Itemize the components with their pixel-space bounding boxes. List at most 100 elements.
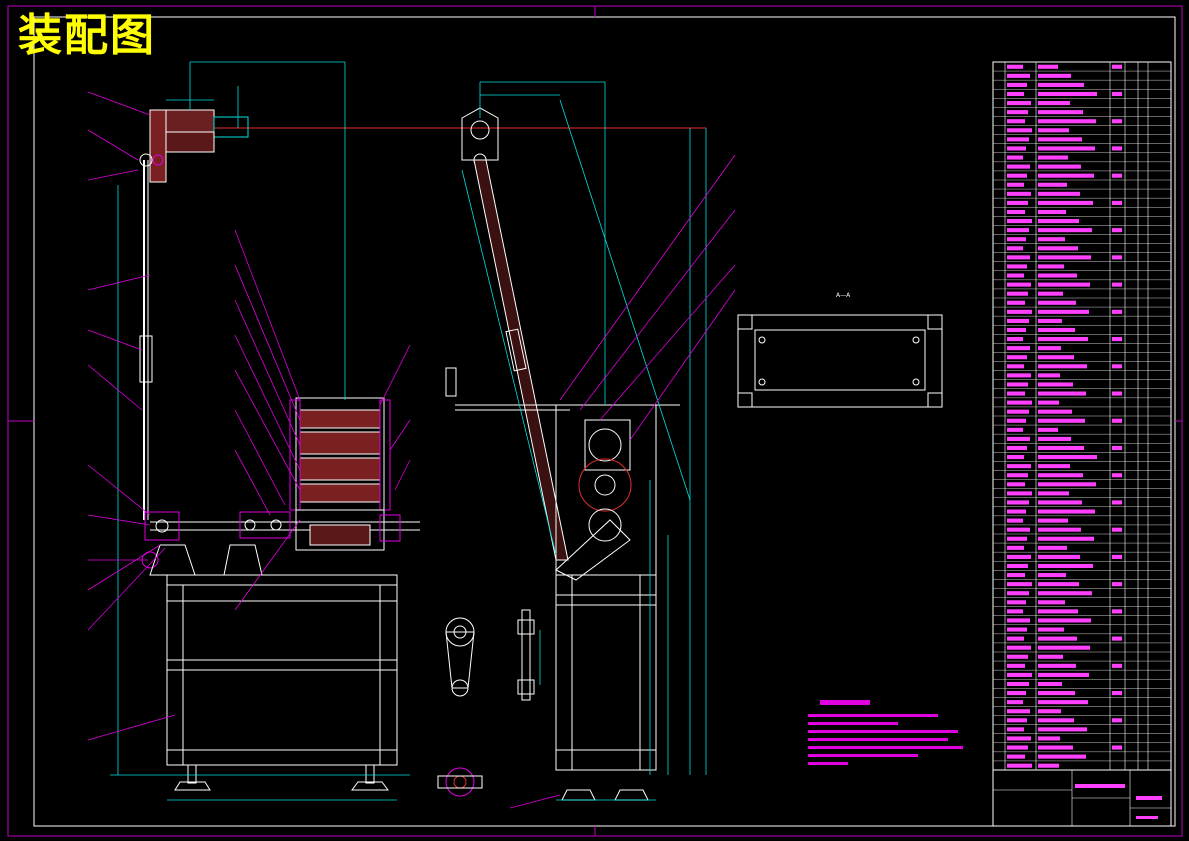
table-row-qty (1112, 146, 1122, 151)
table-row-name (1038, 436, 1071, 441)
table-row-name (1038, 291, 1063, 296)
table-row-name (1038, 672, 1089, 677)
table-row-code (1007, 618, 1030, 623)
technical-notes (808, 700, 963, 765)
table-row-code (1007, 119, 1025, 124)
table-row-code (1007, 545, 1024, 550)
table-row-code (1007, 400, 1032, 405)
table-row-qty (1112, 119, 1122, 124)
table-row-qty (1112, 173, 1122, 178)
table-row-code (1007, 291, 1028, 296)
table-row-name (1038, 509, 1095, 514)
table-row-name (1038, 119, 1096, 124)
table-row-name (1038, 155, 1068, 160)
title-block (992, 769, 1172, 827)
table-row-name (1038, 573, 1066, 578)
table-row-qty (1112, 718, 1122, 723)
table-row-name (1038, 101, 1070, 106)
table-row-name (1038, 709, 1061, 714)
table-row-name (1038, 500, 1082, 505)
table-row-name (1038, 545, 1067, 550)
table-row-name (1038, 346, 1061, 351)
table-row-code (1007, 445, 1027, 451)
table-row-name (1038, 445, 1084, 451)
table-row-code (1007, 182, 1024, 187)
table-row-code (1007, 82, 1027, 87)
table-row-name (1038, 464, 1070, 469)
table-row-name (1038, 327, 1075, 333)
side-view (445, 81, 736, 801)
table-row-name (1038, 219, 1079, 224)
table-row-code (1007, 64, 1023, 69)
table-row-code (1007, 309, 1032, 314)
drawing-canvas: A—A (7, 5, 1183, 837)
table-row-qty (1112, 527, 1122, 532)
section-view: A—A (737, 292, 943, 408)
table-row-name (1038, 364, 1087, 369)
table-row-name (1038, 618, 1091, 623)
table-row-name (1038, 318, 1062, 323)
table-row-name (1038, 554, 1080, 559)
table-row-code (1007, 391, 1025, 396)
table-row-qty (1112, 309, 1122, 314)
table-row-code (1007, 209, 1025, 215)
table-row-code (1007, 255, 1030, 260)
table-row-code (1007, 500, 1029, 505)
table-row-name (1038, 64, 1058, 69)
table-row-code (1007, 155, 1023, 160)
table-row-code (1007, 373, 1031, 378)
table-row-code (1007, 91, 1024, 97)
table-row-code (1007, 473, 1028, 478)
table-row-name (1038, 663, 1076, 668)
table-row-code (1007, 146, 1026, 151)
table-row-code (1007, 164, 1030, 169)
table-row-name (1038, 482, 1096, 487)
table-row-name (1038, 563, 1093, 569)
table-row-name (1038, 691, 1075, 696)
table-row-code (1007, 110, 1028, 115)
table-row-qty (1112, 636, 1122, 641)
table-row-name (1038, 82, 1084, 87)
table-row-code (1007, 609, 1023, 614)
table-row-qty (1112, 691, 1122, 696)
table-row-code (1007, 745, 1028, 750)
table-row-code (1007, 228, 1029, 233)
table-row-qty (1112, 91, 1122, 97)
table-row-code (1007, 627, 1027, 632)
table-row-name (1038, 754, 1086, 759)
table-row-code (1007, 582, 1032, 587)
table-row-name (1038, 745, 1073, 750)
table-row-code (1007, 591, 1029, 596)
table-row-code (1007, 700, 1023, 705)
table-row-name (1038, 427, 1058, 432)
table-row-name (1038, 337, 1088, 342)
table-row-code (1007, 645, 1031, 650)
table-row-name (1038, 91, 1097, 97)
table-row-code (1007, 246, 1023, 251)
table-row-code (1007, 200, 1028, 205)
table-row-name (1038, 473, 1083, 478)
table-row-code (1007, 455, 1024, 460)
table-row-name (1038, 763, 1059, 768)
table-row-name (1038, 409, 1072, 414)
table-row-code (1007, 101, 1031, 106)
table-row-name (1038, 373, 1060, 378)
table-row-code (1007, 636, 1024, 641)
table-row-name (1038, 527, 1081, 532)
table-row-qty (1112, 364, 1122, 369)
table-row-code (1007, 663, 1025, 668)
table-row-name (1038, 128, 1069, 133)
table-row-code (1007, 491, 1032, 496)
table-row-code (1007, 191, 1031, 196)
table-row-code (1007, 346, 1030, 351)
table-row-name (1038, 273, 1077, 278)
table-row-name (1038, 627, 1064, 632)
table-row-code (1007, 264, 1027, 269)
table-row-qty (1112, 445, 1122, 451)
table-row-code (1007, 128, 1032, 133)
table-row-code (1007, 727, 1024, 732)
table-row-name (1038, 591, 1092, 596)
table-row-code (1007, 509, 1026, 514)
table-row-qty (1112, 255, 1122, 260)
table-row-qty (1112, 500, 1122, 505)
